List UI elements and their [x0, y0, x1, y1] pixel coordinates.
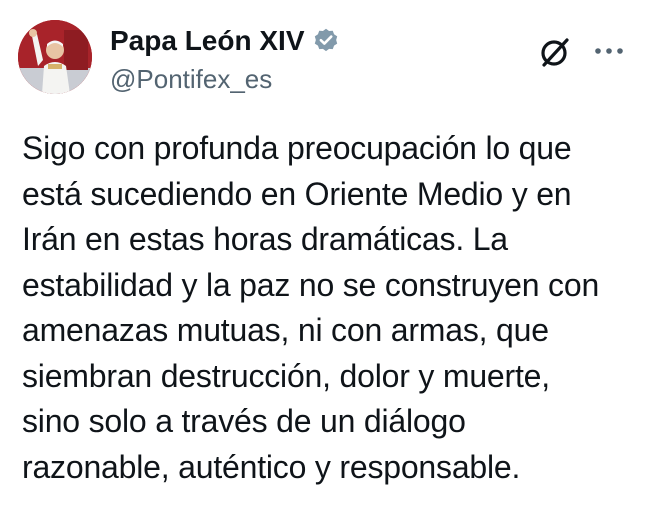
tweet-text-line: razonable, auténtico y responsable.: [22, 448, 521, 485]
tweet-text-line: siembran destrucción, dolor y muerte,: [22, 357, 550, 394]
author-avatar[interactable]: [18, 20, 92, 94]
tweet-text: Sigo con profunda preocupación lo que es…: [22, 126, 647, 490]
tweet-text-line: estabilidad y la paz no se construyen co…: [22, 266, 600, 303]
author-name-row: Papa León XIV: [110, 24, 340, 58]
tweet-text-line: Irán en estas horas dramáticas. La: [22, 221, 508, 257]
tweet-card: Papa León XIV @Pontifex_es Sigo con prof…: [0, 0, 655, 512]
tweet-text-line: sino solo a través de un diálogo: [22, 403, 466, 439]
tweet-text-line: Sigo con profunda preocupación lo que: [22, 130, 572, 166]
pope-portrait-avatar: [18, 20, 92, 94]
grok-icon[interactable]: [537, 34, 573, 70]
more-options-icon[interactable]: [592, 36, 626, 66]
author-display-name[interactable]: Papa León XIV: [110, 25, 305, 57]
tweet-text-line: está sucediendo en Oriente Medio y en: [22, 175, 572, 212]
author-handle[interactable]: @Pontifex_es: [110, 64, 272, 95]
verified-badge-icon: [312, 27, 340, 55]
tweet-text-line: amenazas mutuas, ni con armas, que: [22, 312, 549, 348]
